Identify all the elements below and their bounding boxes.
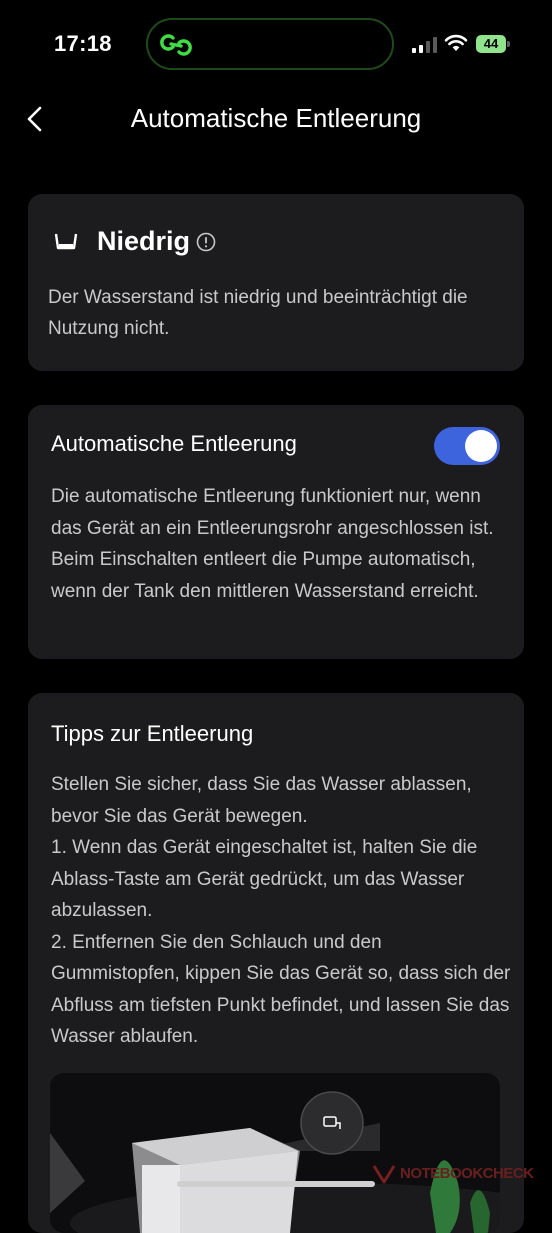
water-level-status: Niedrig <box>97 226 191 256</box>
status-bar: 17:18 44 <box>0 0 552 90</box>
auto-drain-toggle[interactable] <box>434 427 500 465</box>
drain-tips-text: Stellen Sie sicher, dass Sie das Wasser … <box>51 769 511 1053</box>
watermark-text: NOTEBOOKCHECK <box>400 1165 534 1182</box>
water-level-card: Niedrig Der Wasserstand ist niedrig und … <box>28 194 524 371</box>
tips-paragraph: 2. Entfernen Sie den Schlauch und den Gu… <box>51 931 511 1048</box>
drain-tips-card: Tipps zur Entleerung Stellen Sie sicher,… <box>28 693 524 1233</box>
water-tank-icon <box>54 233 78 250</box>
device-illustration <box>50 1091 500 1233</box>
notebookcheck-logo-icon <box>372 1165 396 1184</box>
battery-charging-icon: 44 <box>476 35 510 53</box>
water-level-description: Der Wasserstand ist niedrig und beeinträ… <box>48 287 468 339</box>
activity-link-icon <box>160 34 192 56</box>
cellular-signal-icon <box>412 37 437 53</box>
tips-paragraph: 1. Wenn das Gerät eingeschaltet ist, hal… <box>51 837 478 921</box>
battery-level: 44 <box>476 35 506 53</box>
auto-drain-title: Automatische Entleerung <box>51 431 297 456</box>
dynamic-island[interactable] <box>146 18 394 70</box>
wifi-icon <box>444 34 468 51</box>
drain-illustration <box>50 1073 500 1233</box>
toggle-knob <box>465 430 497 462</box>
auto-drain-card: Automatische Entleerung Die automatische… <box>28 405 524 659</box>
home-indicator[interactable] <box>177 1181 375 1187</box>
page-title: Automatische Entleerung <box>130 103 422 133</box>
status-time: 17:18 <box>54 31 112 56</box>
info-circle-icon[interactable] <box>196 232 216 252</box>
watermark: NOTEBOOKCHECK <box>372 1160 552 1190</box>
navigation-bar: Automatische Entleerung <box>0 90 552 150</box>
drain-tips-title: Tipps zur Entleerung <box>51 721 254 746</box>
tips-paragraph: Stellen Sie sicher, dass Sie das Wasser … <box>51 774 472 827</box>
auto-drain-description: Die automatische Entleerung funktioniert… <box>51 486 494 602</box>
